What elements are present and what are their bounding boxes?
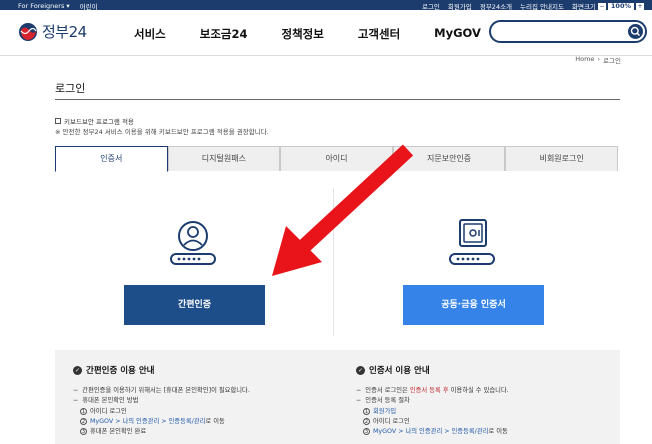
login-tabs: 인증서 디지털원패스 아이디 지문보안인증 비회원로그인 [55,146,618,172]
logo-text: 정부24 [42,23,87,41]
keyboard-security-note: ※ 안전한 정부24 서비스 이용을 위해 키보드보안 프로그램 적용을 권장합… [55,128,269,136]
for-foreigners-link[interactable]: For Foreigners ▾ [18,2,70,10]
options-divider [333,188,334,336]
cert-info: ✓ 인증서 이용 안내 − 인증서 로그인은 인증서 등록 후 이용하실 수 있습… [356,365,509,436]
nav-services[interactable]: 서비스 [134,26,166,42]
mygov-auth-link[interactable]: MyGOV > 나의 인증관리 > 인증등록/관리 [90,418,205,425]
zoom-in-button[interactable]: + [636,2,644,10]
simple-auth-info: ✓ 간편인증 이용 안내 − 간편인증을 이용하기 위해서는 [휴대폰 본인확인]… [73,365,250,436]
title-divider [55,99,620,100]
keyboard-security-checkbox[interactable] [55,118,61,124]
info-panel: ✓ 간편인증 이용 안내 − 간편인증을 이용하기 위해서는 [휴대폰 본인확인]… [55,350,620,444]
main-nav: 서비스 보조금24 정책정보 고객센터 MyGOV [134,26,515,42]
nav-customer-center[interactable]: 고객센터 [358,26,400,42]
search-button[interactable] [628,24,643,39]
breadcrumb-current: 로그인 [603,57,621,65]
person-card-icon [170,221,216,265]
info-text: 인증서 로그인은 [365,387,410,394]
search-icon [630,26,641,37]
zoom-out-button[interactable]: − [597,2,606,10]
site-header: 정부24 서비스 보조금24 정책정보 고객센터 MyGOV [0,10,652,56]
simple-auth-info-title: 간편인증 이용 안내 [86,366,155,376]
info-text: 간편인증을 이용하기 위해서는 [휴대폰 본인확인]이 필요합니다. [82,387,250,394]
joint-cert-button[interactable]: 공동·금융 인증서 [403,285,544,325]
check-icon: ✓ [356,365,365,375]
info-step: 아이디 로그인 [373,417,410,425]
cert-info-title: 인증서 이용 안내 [369,366,430,376]
safe-card-icon [449,219,495,265]
search-input[interactable] [499,25,619,39]
breadcrumb-separator: › [597,55,601,63]
breadcrumb: Home › 로그인 [575,55,621,65]
info-text: 휴대폰 본인확인 방법 [82,397,139,405]
info-step: 아이디 로그인 [90,407,127,415]
info-step: 휴대폰 본인확인 완료 [90,428,147,436]
taegeuk-logo-icon [19,22,37,41]
mygov-auth-link[interactable]: MyGOV > 나의 인증관리 > 인증등록/관리 [373,428,488,435]
info-text: 이용하실 수 있습니다. [448,387,509,394]
zoom-value: 100% [607,2,634,10]
nav-policy-info[interactable]: 정책정보 [282,26,324,42]
tab-guest-login[interactable]: 비회원로그인 [505,146,618,171]
page-title: 로그인 [55,82,86,95]
top-utility-bar: For Foreigners ▾ 어린이 로그인 회원가입 정부24소개 누리집… [0,0,652,11]
tab-certificate[interactable]: 인증서 [55,146,168,172]
tab-id[interactable]: 아이디 [280,146,393,171]
simple-auth-button[interactable]: 간편인증 [124,285,265,325]
keyboard-security-label: 키보드보안 프로그램 적용 [64,118,134,126]
info-step: 로 이동 [205,417,225,425]
check-icon: ✓ [73,365,82,375]
nav-subsidy24[interactable]: 보조금24 [200,26,248,42]
breadcrumb-home[interactable]: Home [575,55,594,65]
site-logo[interactable]: 정부24 [18,21,87,42]
info-highlight: 인증서 등록 후 [409,387,449,394]
nav-mygov[interactable]: MyGOV [434,26,481,42]
search-box [489,20,647,43]
info-step: 로 이동 [488,428,508,436]
tab-digital-onepass[interactable]: 디지털원패스 [167,146,281,171]
keyboard-security-option[interactable]: 키보드보안 프로그램 적용 [55,116,134,126]
tab-fingerprint[interactable]: 지문보안인증 [392,146,506,171]
info-text: 인증서 등록 절차 [365,397,410,405]
signup-link[interactable]: 회원가입 [373,408,396,415]
